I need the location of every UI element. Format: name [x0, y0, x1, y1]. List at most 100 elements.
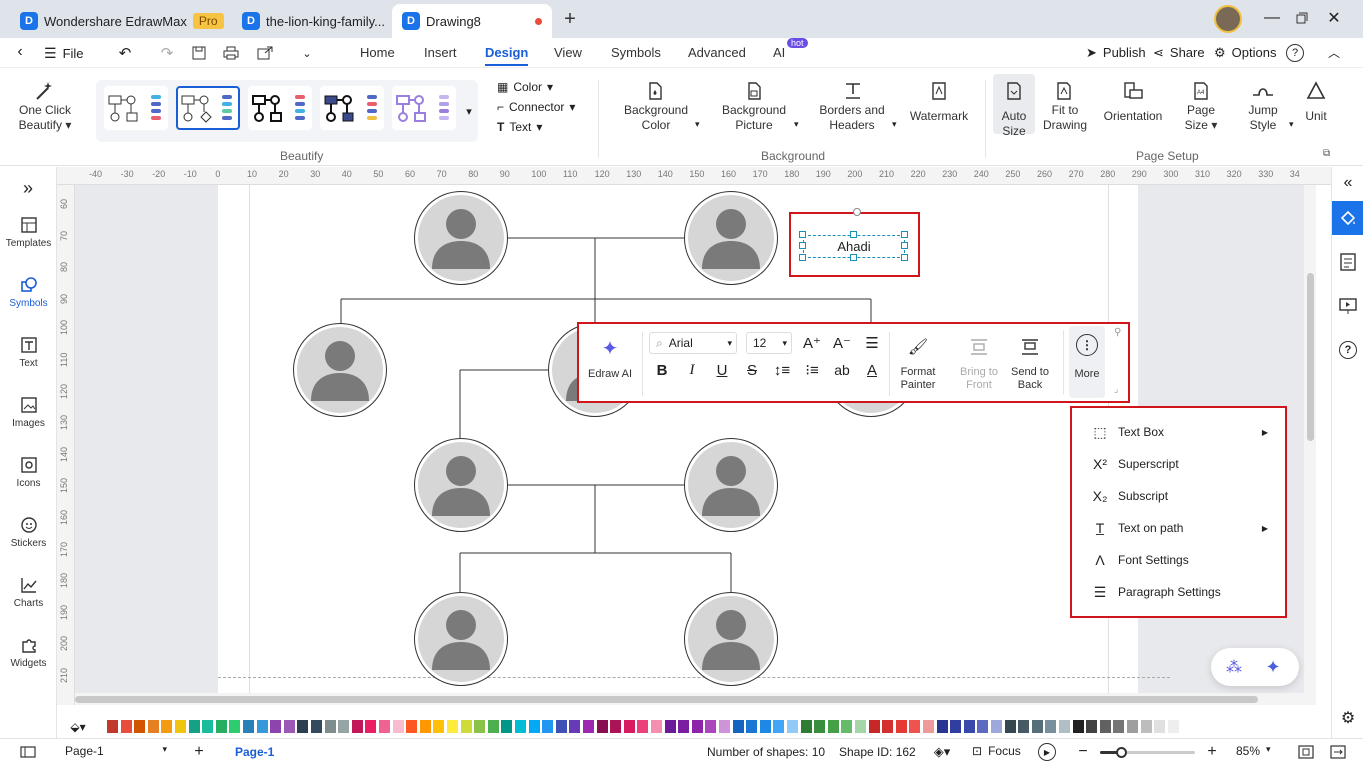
jump-style-caret-icon[interactable]: ▾ — [1289, 119, 1294, 130]
resize-handle[interactable] — [850, 231, 857, 238]
color-swatch[interactable] — [950, 720, 962, 733]
file-menu[interactable]: ☰ File — [44, 45, 84, 62]
redo-icon[interactable]: ↷ — [158, 44, 176, 62]
color-swatch[interactable] — [827, 720, 839, 733]
color-swatch[interactable] — [1086, 720, 1098, 733]
edraw-ai-button[interactable]: ✦ Edraw AI — [585, 330, 635, 396]
menu-insert[interactable]: Insert — [424, 45, 457, 60]
document-tab-lion-king[interactable]: D the-lion-king-family... — [232, 4, 395, 38]
back-icon[interactable]: ‹ — [12, 43, 28, 60]
fullscreen-icon[interactable] — [1329, 743, 1347, 761]
zoom-out-icon[interactable]: − — [1075, 743, 1091, 761]
page-select[interactable]: Page-1 ▾ — [65, 744, 167, 758]
color-swatch[interactable] — [855, 720, 866, 733]
publish-button[interactable]: ➤ Publish — [1086, 45, 1146, 61]
color-swatch[interactable] — [188, 720, 200, 733]
text-case-icon[interactable]: ab — [831, 359, 853, 381]
color-swatch[interactable] — [909, 720, 921, 733]
beautify-style-4[interactable] — [320, 86, 384, 130]
jump-style-button[interactable]: Jump Style — [1240, 103, 1286, 133]
color-swatch[interactable] — [501, 720, 513, 733]
borders-caret-icon[interactable]: ▾ — [892, 119, 897, 130]
focus-button[interactable]: ⊡ Focus — [972, 744, 1021, 758]
menu-view[interactable]: View — [554, 45, 582, 60]
watermark-button[interactable]: Watermark — [904, 109, 974, 124]
beautify-style-2[interactable] — [176, 86, 240, 130]
color-swatch[interactable] — [1113, 720, 1125, 733]
quick-access-more-icon[interactable]: ⌄ — [300, 44, 314, 62]
color-swatch[interactable] — [1045, 720, 1057, 733]
color-swatch[interactable] — [841, 720, 853, 733]
italic-icon[interactable]: I — [681, 359, 703, 381]
menu-item-subscript[interactable]: X₂ Subscript — [1090, 485, 1168, 507]
color-swatch[interactable] — [787, 720, 798, 733]
color-swatch[interactable] — [732, 720, 744, 733]
color-swatch[interactable] — [256, 720, 268, 733]
person-node[interactable] — [414, 438, 508, 532]
person-node[interactable] — [414, 592, 508, 686]
color-swatch[interactable] — [338, 720, 350, 733]
color-swatch[interactable] — [324, 720, 336, 733]
color-swatch[interactable] — [270, 720, 282, 733]
color-swatch[interactable] — [746, 720, 758, 733]
resize-handle[interactable] — [850, 254, 857, 261]
color-swatch[interactable] — [895, 720, 907, 733]
play-icon[interactable]: ▶ — [1038, 743, 1056, 761]
page-size-button[interactable]: Page Size ▾ — [1178, 103, 1224, 133]
color-swatch[interactable] — [814, 720, 826, 733]
person-node[interactable] — [293, 323, 387, 417]
zoom-in-icon[interactable]: + — [1204, 743, 1220, 761]
color-swatch[interactable] — [991, 720, 1002, 733]
increase-font-icon[interactable]: A⁺ — [801, 332, 823, 354]
menu-home[interactable]: Home — [360, 45, 395, 60]
color-swatch[interactable] — [963, 720, 975, 733]
color-swatch[interactable] — [297, 720, 309, 733]
close-icon[interactable]: ✕ — [1324, 8, 1344, 28]
color-swatch[interactable] — [447, 720, 458, 733]
app-home-tab[interactable]: D Wondershare EdrawMax Pro — [10, 4, 234, 38]
settings-gear-icon[interactable]: ⚙ — [1339, 709, 1357, 727]
horizontal-scroll-thumb[interactable] — [75, 696, 1258, 703]
color-swatch[interactable] — [202, 720, 214, 733]
color-swatch[interactable] — [651, 720, 662, 733]
menu-advanced[interactable]: Advanced — [688, 45, 746, 60]
color-swatch[interactable] — [1099, 720, 1111, 733]
sidebar-item-stickers[interactable]: Stickers — [0, 515, 57, 549]
sidebar-item-charts[interactable]: Charts — [0, 575, 57, 609]
color-swatch[interactable] — [800, 720, 812, 733]
color-swatch[interactable] — [1031, 720, 1043, 733]
beautify-style-1[interactable] — [104, 86, 168, 130]
color-swatch[interactable] — [392, 720, 404, 733]
fill-bucket-icon[interactable] — [1332, 201, 1363, 235]
color-swatch[interactable] — [528, 720, 540, 733]
gallery-more-icon[interactable]: ▾ — [462, 102, 476, 120]
color-swatch[interactable] — [719, 720, 730, 733]
color-swatch[interactable] — [379, 720, 390, 733]
bring-to-front-button[interactable]: Bring to Front — [953, 330, 1005, 398]
color-dropdown[interactable]: ▦ Color ▾ — [497, 80, 553, 94]
format-painter-button[interactable]: 🖌 Format Painter — [893, 330, 943, 398]
sidebar-item-images[interactable]: Images — [0, 395, 57, 429]
bg-color-caret-icon[interactable]: ▾ — [695, 119, 700, 130]
color-swatch[interactable] — [583, 720, 594, 733]
color-swatch[interactable] — [691, 720, 703, 733]
background-color-button[interactable]: Background Color — [618, 103, 694, 133]
document-panel-icon[interactable] — [1339, 253, 1357, 271]
auto-size-button[interactable]: Auto Size — [993, 74, 1035, 138]
color-swatch[interactable] — [1127, 720, 1138, 733]
layers-icon[interactable]: ◈▾ — [928, 743, 956, 761]
color-swatch[interactable] — [147, 720, 159, 733]
background-picture-button[interactable]: Background Picture — [716, 103, 792, 133]
page-tab[interactable]: Page-1 — [235, 745, 274, 759]
maximize-icon[interactable] — [1292, 8, 1312, 28]
undo-icon[interactable]: ↶ — [116, 44, 134, 62]
resize-handle[interactable] — [799, 242, 806, 249]
help-icon[interactable]: ? — [1286, 44, 1304, 62]
resize-handle[interactable] — [901, 254, 908, 261]
collapse-ribbon-icon[interactable]: ︿ — [1326, 44, 1342, 60]
new-tab-icon[interactable]: + — [560, 8, 580, 30]
one-click-beautify-button[interactable]: One Click Beautify ▾ — [10, 103, 80, 133]
menu-item-paragraph-settings[interactable]: ☰ Paragraph Settings — [1090, 581, 1221, 603]
color-swatch[interactable] — [977, 720, 989, 733]
color-swatch[interactable] — [215, 720, 227, 733]
